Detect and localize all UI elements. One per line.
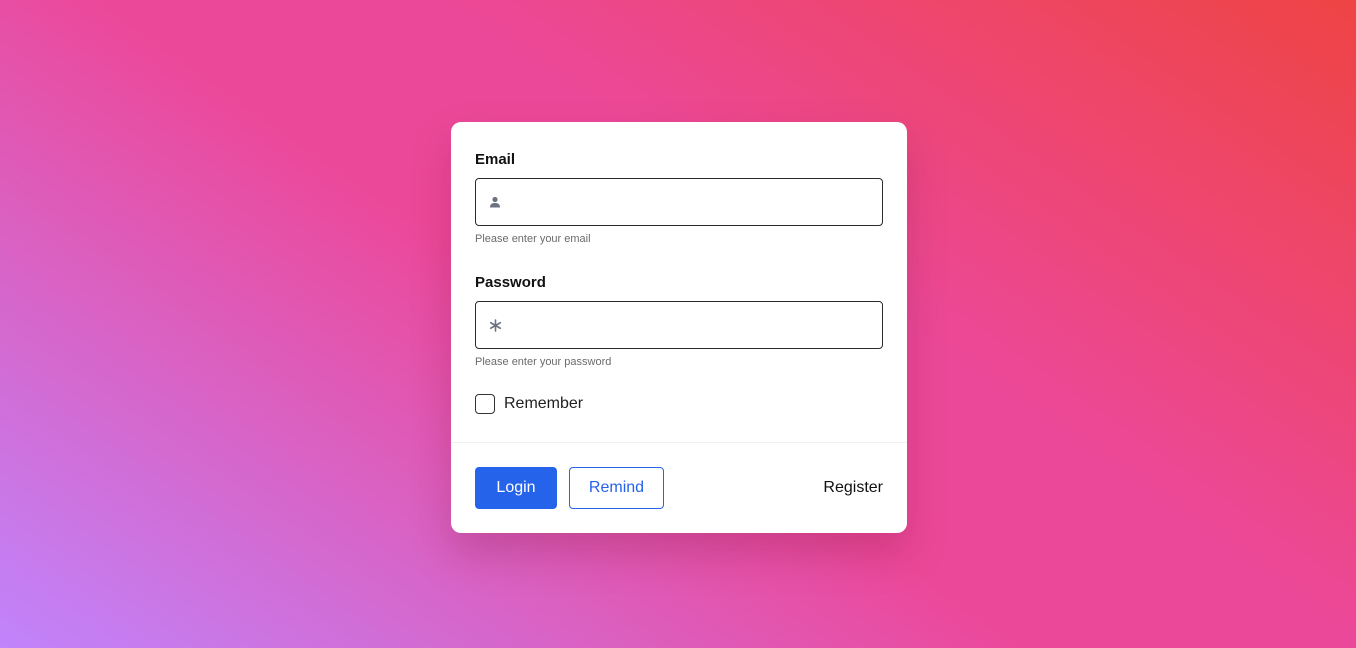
password-field-wrapper[interactable] [475,301,883,349]
login-button[interactable]: Login [475,467,557,509]
password-input[interactable] [502,302,882,348]
asterisk-icon [488,318,502,332]
remind-button[interactable]: Remind [569,467,664,509]
user-icon [488,195,502,209]
email-field-wrapper[interactable] [475,178,883,226]
email-input[interactable] [502,179,882,225]
password-label: Password [475,274,546,291]
card-footer: Login Remind Register [475,467,883,509]
email-hint: Please enter your email [475,233,591,245]
register-link[interactable]: Register [823,479,883,497]
card-divider [451,442,907,443]
login-card: Email Please enter your email Password P… [451,122,907,533]
password-hint: Please enter your password [475,356,612,368]
remember-checkbox[interactable] [475,394,495,414]
remember-row[interactable]: Remember [475,394,883,414]
remember-label[interactable]: Remember [504,395,583,413]
email-label: Email [475,151,516,168]
login-form: Email Please enter your email Password P… [451,122,907,414]
